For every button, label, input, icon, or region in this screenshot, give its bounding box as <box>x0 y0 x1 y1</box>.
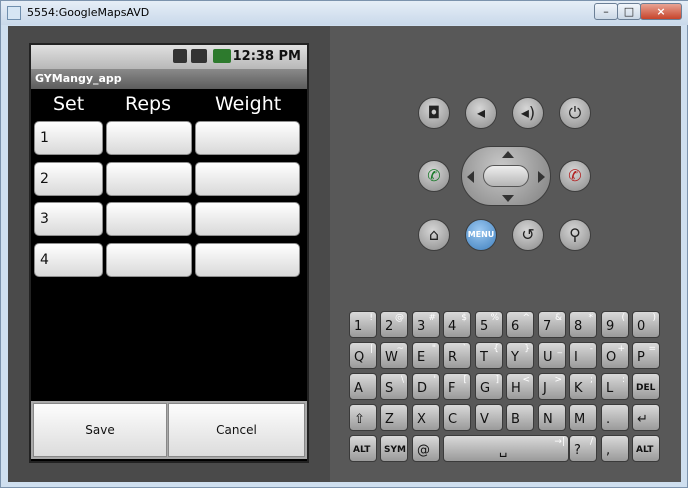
volume-up-icon[interactable]: ◂) <box>512 97 544 129</box>
key-9[interactable]: 9( <box>601 311 629 338</box>
home-icon[interactable]: ⌂ <box>418 219 450 251</box>
key-k[interactable]: K; <box>569 373 597 400</box>
key-at[interactable]: @ <box>412 435 440 462</box>
key-j[interactable]: J > <box>538 373 566 400</box>
reps-field-4[interactable] <box>106 243 192 277</box>
window-title: 5554:GoogleMapsAVD <box>27 6 150 19</box>
key-1[interactable]: 1! <box>349 311 377 338</box>
key-l[interactable]: L: <box>601 373 629 400</box>
key-c[interactable]: C <box>443 404 471 431</box>
key-o[interactable]: O + <box>601 342 629 369</box>
weight-field-1[interactable] <box>195 121 300 155</box>
camera-icon[interactable]: ◘ <box>418 97 450 129</box>
3g-icon <box>173 49 187 63</box>
set-field-4[interactable]: 4 <box>34 243 103 277</box>
dpad-right-icon[interactable] <box>538 171 545 183</box>
call-icon[interactable]: ✆ <box>418 160 450 192</box>
battery-icon <box>213 49 231 63</box>
app-title-bar: GYMangy_app <box>31 69 307 89</box>
key-period[interactable]: . <box>601 404 629 431</box>
key-2[interactable]: 2 @ <box>380 311 408 338</box>
key-8[interactable]: 8 * <box>569 311 597 338</box>
reps-field-1[interactable] <box>106 121 192 155</box>
app-title: GYMangy_app <box>35 72 122 85</box>
status-clock: 12:38 PM <box>232 49 301 64</box>
reps-field-3[interactable] <box>106 202 192 236</box>
key-5[interactable]: 5% <box>475 311 503 338</box>
key-d[interactable]: D ' <box>412 373 440 400</box>
power-icon[interactable]: ⏻ <box>559 97 591 129</box>
key-y[interactable]: Y} <box>506 342 534 369</box>
control-panel: ◘ ◂ ◂) ⏻ ✆ ✆ ⌂ MENU ↺ ⚲ 1! 2 @ 3 # 4 $ 5… <box>330 26 681 482</box>
key-s[interactable]: S \ <box>380 373 408 400</box>
dpad[interactable] <box>461 146 551 206</box>
key-e[interactable]: E " <box>412 342 440 369</box>
key-a[interactable]: A <box>349 373 377 400</box>
key-r[interactable]: R ` <box>443 342 471 369</box>
key-t[interactable]: T{ <box>475 342 503 369</box>
volume-down-icon[interactable]: ◂ <box>465 97 497 129</box>
dpad-up-icon[interactable] <box>502 151 514 158</box>
save-button[interactable]: Save <box>33 403 167 457</box>
key-h[interactable]: H < <box>506 373 534 400</box>
key-comma[interactable]: , <box>601 435 629 462</box>
key-w[interactable]: W ~ <box>380 342 408 369</box>
key-g[interactable]: G] <box>475 373 503 400</box>
set-field-3[interactable]: 3 <box>34 202 103 236</box>
key-p[interactable]: P = <box>632 342 660 369</box>
key-i[interactable]: I- <box>569 342 597 369</box>
dpad-center-button[interactable] <box>483 165 529 187</box>
reps-field-2[interactable] <box>106 162 192 196</box>
cancel-button[interactable]: Cancel <box>168 403 305 457</box>
key-question[interactable]: ? / <box>569 435 597 462</box>
key-sym[interactable]: SYM <box>380 435 408 462</box>
key-alt-left[interactable]: ALT <box>349 435 377 462</box>
window-app-icon <box>7 6 21 20</box>
dpad-left-icon[interactable] <box>467 171 474 183</box>
emulator-window: 5554:GoogleMapsAVD – □ × 12:38 PM GYMang… <box>0 0 688 488</box>
key-q[interactable]: Q | <box>349 342 377 369</box>
maximize-button[interactable]: □ <box>617 3 641 20</box>
search-icon[interactable]: ⚲ <box>559 219 591 251</box>
device-screen: 12:38 PM GYMangy_app Set Reps Weight 1 2… <box>29 43 309 463</box>
status-bar: 12:38 PM <box>31 45 307 69</box>
key-alt-right[interactable]: ALT <box>632 435 660 462</box>
set-field-1[interactable]: 1 <box>34 121 103 155</box>
back-icon[interactable]: ↺ <box>512 219 544 251</box>
key-v[interactable]: V <box>475 404 503 431</box>
key-u[interactable]: U _ <box>538 342 566 369</box>
header-set: Set <box>53 93 85 115</box>
key-n[interactable]: N <box>538 404 566 431</box>
key-b[interactable]: B <box>506 404 534 431</box>
emulator-body: 12:38 PM GYMangy_app Set Reps Weight 1 2… <box>8 26 681 482</box>
key-0[interactable]: 0) <box>632 311 660 338</box>
key-7[interactable]: 7 & <box>538 311 566 338</box>
set-field-2[interactable]: 2 <box>34 162 103 196</box>
menu-button[interactable]: MENU <box>465 219 497 251</box>
hardware-keyboard: 1! 2 @ 3 # 4 $ 5% 6 ^ 7 & 8 * 9( 0) Q | W ~ E " R… <box>349 311 666 471</box>
key-3[interactable]: 3 # <box>412 311 440 338</box>
key-x[interactable]: X <box>412 404 440 431</box>
key-z[interactable]: Z <box>380 404 408 431</box>
enter-key-icon[interactable]: ↵ <box>632 404 660 431</box>
dpad-down-icon[interactable] <box>502 195 514 202</box>
end-call-icon[interactable]: ✆ <box>559 160 591 192</box>
header-weight: Weight <box>215 93 282 115</box>
key-m[interactable]: M <box>569 404 597 431</box>
key-space[interactable]: ␣ →| <box>443 435 569 462</box>
signal-icon <box>191 49 207 63</box>
key-del[interactable]: DEL <box>632 373 660 400</box>
weight-field-2[interactable] <box>195 162 300 196</box>
shift-key-icon[interactable]: ⇧ <box>349 404 377 431</box>
weight-field-3[interactable] <box>195 202 300 236</box>
weight-field-4[interactable] <box>195 243 300 277</box>
title-bar: 5554:GoogleMapsAVD – □ × <box>1 1 688 25</box>
header-reps: Reps <box>125 93 171 115</box>
key-6[interactable]: 6 ^ <box>506 311 534 338</box>
key-f[interactable]: F[ <box>443 373 471 400</box>
close-button[interactable]: × <box>640 3 682 20</box>
button-bar: Save Cancel <box>31 401 307 459</box>
key-4[interactable]: 4 $ <box>443 311 471 338</box>
minimize-button[interactable]: – <box>594 3 618 20</box>
